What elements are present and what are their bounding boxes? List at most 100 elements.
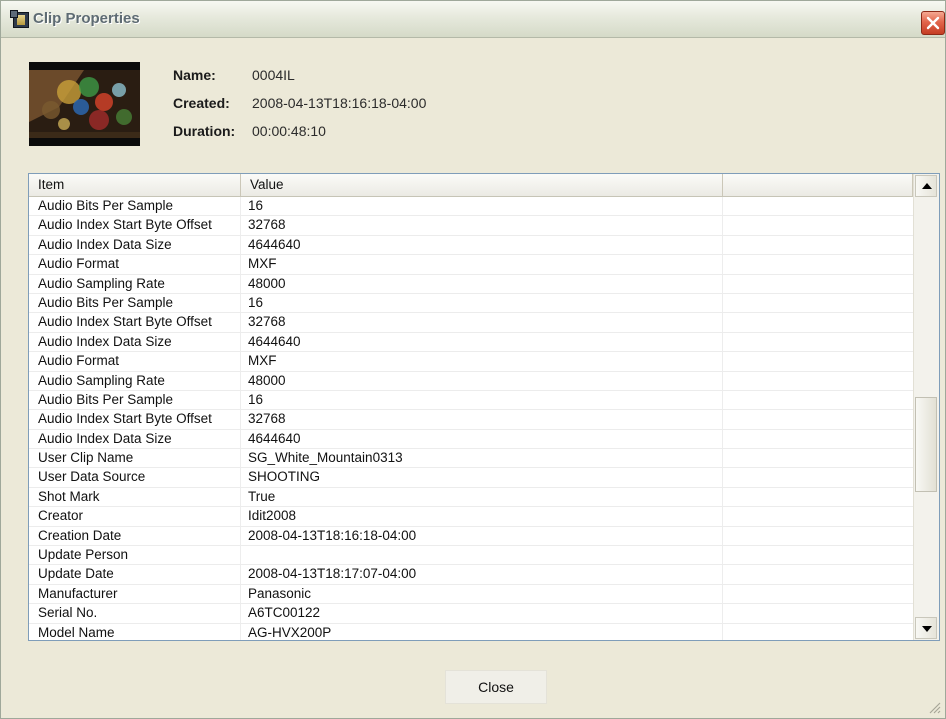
row-item-value: 32768 bbox=[248, 314, 286, 330]
row-item-name: Audio Format bbox=[38, 353, 120, 369]
table-row[interactable]: User Clip Name SG_White_Mountain0313 bbox=[29, 449, 913, 469]
table-row[interactable]: Update Person bbox=[29, 546, 913, 566]
column-separator bbox=[240, 449, 241, 468]
table-row[interactable]: Audio Bits Per Sample 16 bbox=[29, 390, 913, 411]
table-row[interactable]: Audio Index Start Byte Offset 32768 bbox=[29, 313, 913, 333]
title-bar[interactable]: Clip Properties bbox=[1, 1, 945, 38]
column-separator bbox=[240, 390, 241, 410]
column-separator bbox=[240, 274, 241, 293]
column-header-item[interactable]: Item bbox=[29, 174, 241, 196]
list-rows: Audio Bits Per Sample 16 Audio Index Start… bbox=[29, 197, 913, 640]
column-separator bbox=[722, 216, 723, 235]
column-separator bbox=[240, 487, 241, 507]
row-item-name: Creator bbox=[38, 508, 84, 524]
table-row[interactable]: Update Date 2008-04-13T18:17:07-04:00 bbox=[29, 565, 913, 585]
column-separator bbox=[722, 235, 723, 255]
row-item-name: Audio Index Data Size bbox=[38, 236, 172, 252]
column-separator bbox=[722, 546, 723, 565]
table-row[interactable]: Audio Sampling Rate 48000 bbox=[29, 371, 913, 391]
row-item-name: Update Person bbox=[38, 547, 129, 563]
column-separator bbox=[240, 216, 241, 235]
row-item-name: Audio Bits Per Sample bbox=[38, 391, 174, 407]
column-separator bbox=[722, 274, 723, 293]
column-separator bbox=[722, 468, 723, 487]
scroll-down-button[interactable] bbox=[915, 617, 937, 639]
vertical-scrollbar[interactable] bbox=[913, 174, 939, 640]
table-row[interactable]: Serial No. A6TC00122 bbox=[29, 604, 913, 624]
table-row[interactable]: Audio Sampling Rate 48000 bbox=[29, 274, 913, 294]
row-item-value: 4644640 bbox=[248, 333, 301, 349]
table-row[interactable]: Shot Mark True bbox=[29, 487, 913, 508]
column-separator bbox=[722, 332, 723, 352]
table-row[interactable]: Creation Date 2008-04-13T18:16:18-04:00 bbox=[29, 526, 913, 547]
name-label: Name: bbox=[173, 67, 216, 83]
row-item-name: Manufacturer bbox=[38, 585, 118, 601]
row-item-name: Audio Index Start Byte Offset bbox=[38, 217, 212, 233]
table-row[interactable]: Audio Index Data Size 4644640 bbox=[29, 332, 913, 353]
column-separator bbox=[240, 468, 241, 487]
table-row[interactable]: Audio Bits Per Sample 16 bbox=[29, 197, 913, 217]
row-item-name: User Data Source bbox=[38, 469, 146, 485]
table-row[interactable]: Audio Index Start Byte Offset 32768 bbox=[29, 410, 913, 430]
row-item-value: 2008-04-13T18:16:18-04:00 bbox=[248, 527, 417, 543]
table-row[interactable]: User Data Source SHOOTING bbox=[29, 468, 913, 488]
duration-value: 00:00:48:10 bbox=[252, 123, 326, 139]
column-separator bbox=[722, 449, 723, 468]
close-button[interactable]: Close bbox=[445, 670, 547, 704]
row-item-value: 4644640 bbox=[248, 236, 301, 252]
row-item-name: Audio Bits Per Sample bbox=[38, 294, 174, 310]
table-row[interactable]: Audio Format MXF bbox=[29, 352, 913, 372]
clip-properties-dialog: Clip Properties Name: 0004IL Created: 20… bbox=[0, 0, 946, 719]
clip-properties-icon bbox=[10, 10, 29, 28]
column-separator bbox=[240, 235, 241, 255]
column-separator bbox=[240, 255, 241, 274]
column-header-extra[interactable] bbox=[723, 174, 913, 196]
column-separator bbox=[722, 584, 723, 604]
row-item-value: MXF bbox=[248, 256, 277, 272]
column-separator bbox=[722, 352, 723, 371]
properties-list[interactable]: Item Value Audio Bits Per Sample 16 Audio … bbox=[28, 173, 940, 641]
row-item-name: Serial No. bbox=[38, 605, 98, 621]
scrollbar-thumb[interactable] bbox=[915, 397, 937, 492]
row-item-name: Audio Sampling Rate bbox=[38, 372, 165, 388]
table-row[interactable]: Manufacturer Panasonic bbox=[29, 584, 913, 605]
row-item-name: Audio Index Start Byte Offset bbox=[38, 411, 212, 427]
column-separator bbox=[722, 410, 723, 429]
column-separator bbox=[722, 526, 723, 546]
column-separator bbox=[240, 313, 241, 332]
column-separator bbox=[722, 255, 723, 274]
column-separator bbox=[240, 197, 241, 216]
row-item-value: 4644640 bbox=[248, 430, 301, 446]
table-row[interactable]: Audio Index Data Size 4644640 bbox=[29, 429, 913, 450]
created-label: Created: bbox=[173, 95, 230, 111]
scroll-up-button[interactable] bbox=[915, 175, 937, 197]
clip-thumbnail bbox=[29, 62, 140, 146]
row-item-value: 16 bbox=[248, 198, 264, 213]
row-item-value: SG_White_Mountain0313 bbox=[248, 450, 403, 466]
table-row[interactable]: Audio Format MXF bbox=[29, 255, 913, 275]
close-icon bbox=[926, 16, 940, 30]
row-item-value: 32768 bbox=[248, 411, 286, 427]
column-separator bbox=[722, 390, 723, 410]
row-item-value: 2008-04-13T18:17:07-04:00 bbox=[248, 566, 417, 582]
column-header-value[interactable]: Value bbox=[241, 174, 723, 196]
row-item-name: Audio Sampling Rate bbox=[38, 275, 165, 291]
row-item-name: Audio Index Data Size bbox=[38, 333, 172, 349]
row-item-name: Creation Date bbox=[38, 527, 122, 543]
row-item-name: Audio Index Start Byte Offset bbox=[38, 314, 212, 330]
table-row[interactable]: Audio Index Start Byte Offset 32768 bbox=[29, 216, 913, 236]
column-separator bbox=[722, 429, 723, 449]
row-item-name: Update Date bbox=[38, 566, 114, 582]
row-item-name: Audio Format bbox=[38, 256, 120, 272]
row-item-value: SHOOTING bbox=[248, 469, 321, 485]
table-row[interactable]: Audio Index Data Size 4644640 bbox=[29, 235, 913, 256]
column-separator bbox=[240, 352, 241, 371]
column-separator bbox=[240, 507, 241, 526]
table-row[interactable]: Audio Bits Per Sample 16 bbox=[29, 293, 913, 314]
table-row[interactable]: Creator Idit2008 bbox=[29, 507, 913, 527]
resize-grip-icon[interactable] bbox=[927, 700, 941, 714]
column-separator bbox=[722, 371, 723, 390]
window-close-button[interactable] bbox=[921, 11, 945, 35]
table-row[interactable]: Model Name AG-HVX200P bbox=[29, 623, 913, 640]
column-separator bbox=[240, 565, 241, 584]
